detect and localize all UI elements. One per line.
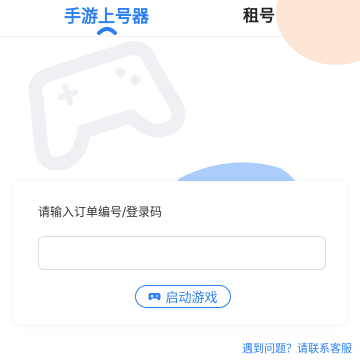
order-card: 请输入订单编号/登录码 启动游戏 [14,181,346,324]
tab-bar: 手游上号器 租号 [0,0,360,36]
page: 手游上号器 租号 请输入订单编号/登录码 启动游戏 遇到问题？请联系客服 [0,0,360,360]
gamepad-watermark-icon [28,41,186,170]
tab-active-indicator [97,27,117,35]
launch-game-button[interactable]: 启动游戏 [135,285,231,308]
order-input-label: 请输入订单编号/登录码 [38,205,163,219]
contact-support-link[interactable]: 遇到问题？请联系客服 [242,340,352,356]
order-code-input[interactable] [38,236,326,270]
launch-game-label: 启动游戏 [165,291,218,306]
tab-rent-account[interactable]: 租号 [243,2,275,26]
gamepad-icon [148,293,161,301]
